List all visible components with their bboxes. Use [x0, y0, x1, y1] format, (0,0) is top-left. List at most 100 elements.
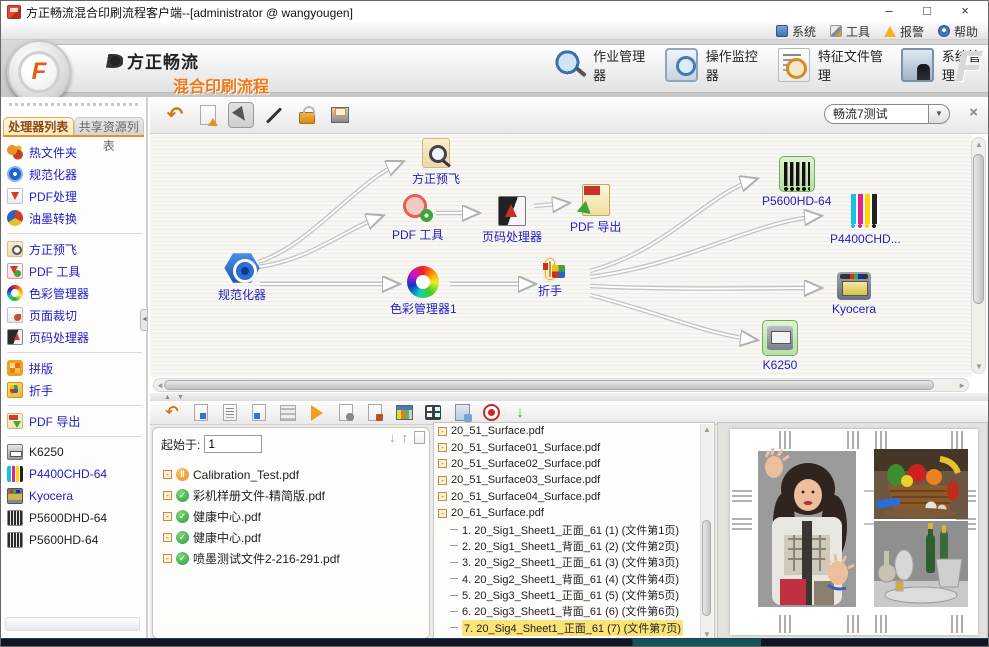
- node-p5600hd[interactable]: P5600HD-64: [762, 156, 831, 208]
- expand-icon[interactable]: -: [438, 427, 447, 436]
- splitter-collapse-up-icon[interactable]: ▲: [164, 394, 171, 401]
- workflow-selector-value[interactable]: 畅流7测试: [824, 104, 928, 124]
- job-file-row[interactable]: -‖Calibration_Test.pdf: [163, 464, 425, 485]
- surface-root-row[interactable]: -20_51_Surface04_Surface.pdf: [434, 489, 714, 505]
- node-pdftool[interactable]: PDF 工具: [392, 194, 443, 243]
- job-table-view-button[interactable]: [394, 403, 414, 423]
- surface-page-row[interactable]: 3. 20_Sig2_Sheet1_正面_61 (3) (文件第3页): [434, 554, 714, 570]
- surface-root-row[interactable]: -20_51_Surface03_Surface.pdf: [434, 472, 714, 488]
- expand-icon[interactable]: -: [438, 509, 447, 518]
- node-kyocera[interactable]: Kyocera: [832, 272, 876, 316]
- surface-root-row[interactable]: -20_61_Surface.pdf: [434, 505, 714, 521]
- move-up-icon[interactable]: ↑: [402, 430, 409, 445]
- tab-processor-list[interactable]: 处理器列表: [3, 117, 74, 135]
- scroll-down-icon[interactable]: ▼: [974, 362, 984, 371]
- node-folder[interactable]: 折手: [538, 258, 562, 299]
- node-pdfexport[interactable]: PDF 导出: [570, 184, 621, 235]
- job-grid-button[interactable]: [278, 403, 298, 423]
- surface-page-row[interactable]: 5. 20_Sig3_Sheet1_正面_61 (5) (文件第5页): [434, 587, 714, 603]
- sidebar-item-kyocera[interactable]: Kyocera: [7, 485, 146, 507]
- chevron-down-icon[interactable]: ▼: [928, 104, 950, 124]
- canvas-vscroll-thumb[interactable]: [973, 154, 984, 304]
- sidebar-item-pdf-export[interactable]: PDF 导出: [7, 410, 146, 432]
- scroll-up-icon[interactable]: ▲: [702, 425, 712, 434]
- job-file-row[interactable]: -✓喷墨测试文件2-216-291.pdf: [163, 548, 425, 569]
- node-preflight[interactable]: 方正预飞: [412, 138, 460, 187]
- lock-button[interactable]: [294, 102, 320, 128]
- surface-page-row-selected[interactable]: 7. 20_Sig4_Sheet1_正面_61 (7) (文件第7页): [434, 620, 714, 636]
- scroll-right-icon[interactable]: ►: [958, 381, 966, 390]
- surface-page-row[interactable]: 4. 20_Sig2_Sheet1_背面_61 (4) (文件第4页): [434, 571, 714, 587]
- job-doc-copy-button[interactable]: [249, 403, 269, 423]
- tab-shared-resources[interactable]: 共享资源列表: [74, 117, 145, 135]
- canvas-vertical-scrollbar[interactable]: ▲ ▼: [971, 137, 986, 374]
- menu-tools[interactable]: 工具: [830, 23, 870, 40]
- maximize-button[interactable]: □: [910, 3, 944, 21]
- job-doc-button[interactable]: [191, 403, 211, 423]
- expand-icon[interactable]: -: [438, 443, 447, 452]
- job-file-row[interactable]: -✓彩机样册文件-精简版.pdf: [163, 485, 425, 506]
- expand-icon[interactable]: -: [163, 470, 172, 479]
- node-colormgr[interactable]: 色彩管理器1: [390, 266, 457, 317]
- sidebar-drag-handle[interactable]: [9, 103, 138, 115]
- workflow-canvas[interactable]: 方正预飞 PDF 工具 页码处理器 PDF 导出 规范化器 色彩管理器1 折手: [150, 134, 972, 377]
- menu-system[interactable]: 系统: [776, 23, 816, 40]
- canvas-horizontal-scrollbar[interactable]: ◄ ►: [153, 378, 969, 392]
- job-file-row[interactable]: -✓健康中心.pdf: [163, 506, 425, 527]
- surface-root-row[interactable]: -20_51_Surface.pdf: [434, 423, 714, 439]
- surface-page-row[interactable]: 6. 20_Sig3_Sheet1_背面_61 (6) (文件第6页): [434, 603, 714, 619]
- expand-icon[interactable]: -: [163, 533, 172, 542]
- line-tool-button[interactable]: [261, 102, 287, 128]
- expand-icon[interactable]: -: [438, 476, 447, 485]
- surface-page-row[interactable]: 2. 20_Sig1_Sheet1_背面_61 (2) (文件第2页): [434, 538, 714, 554]
- sidebar-item-page-number[interactable]: 页码处理器: [7, 326, 146, 348]
- surface-scroll-thumb[interactable]: [702, 520, 711, 616]
- canvas-hscroll-thumb[interactable]: [164, 380, 934, 390]
- job-doc-lines-button[interactable]: [220, 403, 240, 423]
- menu-alarm[interactable]: 报警: [884, 23, 924, 40]
- sidebar-item-p4400chd[interactable]: P4400CHD-64: [7, 463, 146, 485]
- move-down-icon[interactable]: ↓: [389, 430, 396, 445]
- job-report-button[interactable]: [452, 403, 472, 423]
- expand-icon[interactable]: -: [438, 492, 447, 501]
- job-manager-button[interactable]: 作业管理器: [553, 46, 651, 84]
- minimize-button[interactable]: –: [872, 3, 906, 21]
- scroll-up-icon[interactable]: ▲: [974, 140, 984, 149]
- job-download-button[interactable]: ↓: [510, 403, 530, 423]
- expand-icon[interactable]: -: [163, 512, 172, 521]
- sidebar-item-folding[interactable]: 折手: [7, 379, 146, 401]
- start-at-input[interactable]: [204, 435, 262, 453]
- save-button[interactable]: [327, 102, 353, 128]
- surface-page-row[interactable]: 1. 20_Sig1_Sheet1_正面_61 (1) (文件第1页): [434, 521, 714, 537]
- expand-icon[interactable]: -: [163, 554, 172, 563]
- sidebar-item-preflight[interactable]: 方正预飞: [7, 238, 146, 260]
- page-preview-panel[interactable]: [717, 422, 988, 641]
- select-tool-button[interactable]: [228, 102, 254, 128]
- surface-root-row[interactable]: -20_51_Surface02_Surface.pdf: [434, 456, 714, 472]
- sidebar-item-pdf-process[interactable]: PDF处理: [7, 185, 146, 207]
- sidebar-item-imposition[interactable]: 拼版: [7, 357, 146, 379]
- splitter-collapse-down-icon[interactable]: ▼: [177, 394, 184, 401]
- operation-monitor-button[interactable]: 操作监控器: [665, 46, 763, 84]
- sidebar-item-k6250[interactable]: K6250: [7, 441, 146, 463]
- sidebar-item-page-crop[interactable]: 页面裁切: [7, 304, 146, 326]
- close-button[interactable]: ×: [948, 3, 982, 21]
- sidebar-item-p5600dhd[interactable]: P5600DHD-64: [7, 507, 146, 529]
- profile-manager-button[interactable]: 特征文件管理: [778, 46, 888, 84]
- node-k6250[interactable]: K6250: [762, 320, 798, 372]
- new-page-icon[interactable]: [414, 431, 425, 444]
- job-record-button[interactable]: [481, 403, 501, 423]
- sidebar-item-ink-convert[interactable]: 油墨转换: [7, 207, 146, 229]
- node-pagenum[interactable]: 页码处理器: [482, 196, 542, 245]
- sidebar-collapse-handle[interactable]: ◄: [140, 309, 148, 331]
- expand-icon[interactable]: -: [163, 491, 172, 500]
- job-list-view-button[interactable]: [423, 403, 443, 423]
- sidebar-item-color-manager[interactable]: 色彩管理器: [7, 282, 146, 304]
- workflow-close-icon[interactable]: ×: [969, 105, 978, 120]
- job-file-row[interactable]: -✓健康中心.pdf: [163, 527, 425, 548]
- sidebar-item-p5600hd[interactable]: P5600HD-64: [7, 529, 146, 551]
- sidebar-item-hotfolder[interactable]: 热文件夹: [7, 141, 146, 163]
- surface-root-row[interactable]: -20_51_Surface01_Surface.pdf: [434, 439, 714, 455]
- sidebar-item-normalizer[interactable]: 规范化器: [7, 163, 146, 185]
- node-p4400[interactable]: P4400CHD...: [830, 194, 901, 246]
